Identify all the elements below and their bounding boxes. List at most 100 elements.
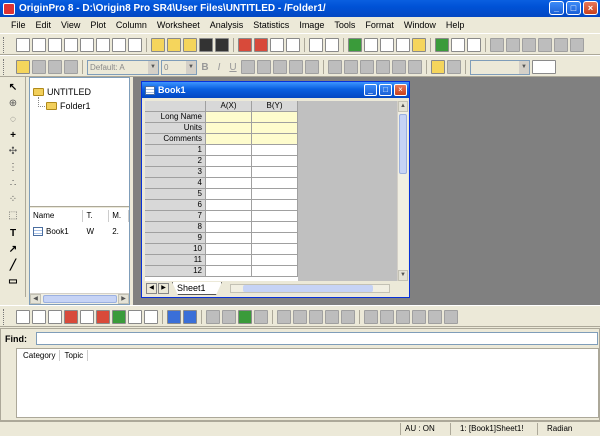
cell[interactable] [206,211,252,222]
whole-page-icon[interactable] [522,38,536,52]
minimize-button[interactable]: _ [549,1,564,15]
row-header[interactable]: 6 [145,200,206,211]
line-symbol-plot-icon[interactable] [48,310,62,324]
cell[interactable] [252,222,298,233]
align-center-icon[interactable] [344,60,358,74]
scroll-right-icon[interactable]: ▶ [118,294,129,304]
data-reader-icon[interactable]: ✣ [6,145,20,159]
layer-tool-icon[interactable] [277,310,291,324]
row-header-long-name[interactable]: Long Name [145,112,206,123]
zoom-tool-icon[interactable]: ⊕ [6,97,20,111]
import-multiple-icon[interactable] [254,38,268,52]
menu-worksheet[interactable]: Worksheet [152,20,205,30]
draw-data-icon[interactable]: ∴ [6,177,20,191]
area-plot-icon[interactable] [112,310,126,324]
next-sheet-icon[interactable]: ▶ [158,283,169,294]
menu-image[interactable]: Image [294,20,329,30]
row-header-comments[interactable]: Comments [145,134,206,145]
cell[interactable] [206,156,252,167]
contour-plot-icon[interactable] [128,310,142,324]
group-icon[interactable] [364,310,378,324]
cell[interactable] [252,123,298,134]
tree-root-folder[interactable]: UNTITLED [33,87,91,97]
cell[interactable] [206,222,252,233]
results-log-icon[interactable] [364,38,378,52]
save-template-icon[interactable] [215,38,229,52]
row-header[interactable]: 5 [145,189,206,200]
cell[interactable] [206,145,252,156]
distribute-icon[interactable] [444,310,458,324]
cell[interactable] [252,200,298,211]
menu-column[interactable]: Column [111,20,152,30]
matrix-plot-icon[interactable] [238,310,252,324]
regional-mask-icon[interactable]: ⁘ [6,193,20,207]
menu-help[interactable]: Help [441,20,470,30]
paste-format-icon[interactable] [48,60,62,74]
add-layer-icon[interactable] [325,310,339,324]
surface-plot-icon[interactable] [183,310,197,324]
open-template-icon[interactable] [167,38,181,52]
row-header[interactable]: 8 [145,222,206,233]
scale-tool-icon[interactable]: ◌ [6,113,20,127]
line-plot-icon[interactable] [16,310,30,324]
menu-plot[interactable]: Plot [85,20,111,30]
data-display-icon[interactable] [451,38,465,52]
menu-statistics[interactable]: Statistics [248,20,294,30]
cell[interactable] [252,255,298,266]
cell[interactable] [206,167,252,178]
cell[interactable] [252,134,298,145]
corner-cell[interactable] [145,101,206,112]
cell[interactable] [206,255,252,266]
column-header-b[interactable]: B(Y) [252,101,298,112]
scroll-left-icon[interactable]: ◀ [30,294,41,304]
cell[interactable] [206,112,252,123]
cell[interactable] [252,189,298,200]
worksheet-vertical-scrollbar[interactable]: ▲ ▼ [397,101,408,281]
column-name[interactable]: Name [30,210,84,222]
print-icon[interactable] [309,38,323,52]
prev-sheet-icon[interactable]: ◀ [146,283,157,294]
refresh-icon[interactable] [325,38,339,52]
extract-layer-icon[interactable] [341,310,355,324]
close-button[interactable]: × [583,1,598,15]
row-header[interactable]: 9 [145,233,206,244]
explorer-splitter[interactable] [30,206,129,209]
topic-column[interactable]: Topic [60,350,89,361]
tree-child-folder[interactable]: Folder1 [46,101,91,111]
cell[interactable] [252,244,298,255]
subscript-icon[interactable] [257,60,271,74]
column-modified[interactable]: M. [109,210,129,222]
ungroup-icon[interactable] [380,310,394,324]
screen-reader-icon[interactable]: + [6,129,20,143]
text-tool-icon[interactable]: T [6,227,20,241]
align-right-icon[interactable] [360,60,374,74]
histogram-icon[interactable] [222,310,236,324]
style-icon[interactable] [16,60,30,74]
zoom-in-icon[interactable] [490,38,504,52]
add-column-icon[interactable] [435,38,449,52]
new-layout-icon[interactable] [112,38,126,52]
new-matrix-icon[interactable] [80,38,94,52]
row-header-units[interactable]: Units [145,123,206,134]
row-header[interactable]: 12 [145,266,206,277]
cell[interactable] [206,244,252,255]
cell[interactable] [206,266,252,277]
copy-format-icon[interactable] [32,60,46,74]
line-color-icon[interactable] [532,60,556,74]
back-icon[interactable] [412,310,426,324]
row-header[interactable]: 1 [145,145,206,156]
row-header[interactable]: 4 [145,178,206,189]
plot-3d-icon[interactable] [167,310,181,324]
arrow-tool-icon[interactable]: ↗ [6,243,20,257]
cell[interactable] [206,233,252,244]
font-size-combo[interactable]: 0 ▼ [161,59,197,75]
category-column[interactable]: Category [19,350,61,361]
duplicate-icon[interactable] [570,38,584,52]
find-input[interactable] [36,332,598,345]
superscript-icon[interactable] [241,60,255,74]
line-style-combo[interactable]: ▼ [470,59,530,75]
cell[interactable] [252,145,298,156]
book-maximize-button[interactable]: □ [379,84,392,96]
fill-color-icon[interactable] [376,60,390,74]
toolbar-grip[interactable] [3,309,6,325]
